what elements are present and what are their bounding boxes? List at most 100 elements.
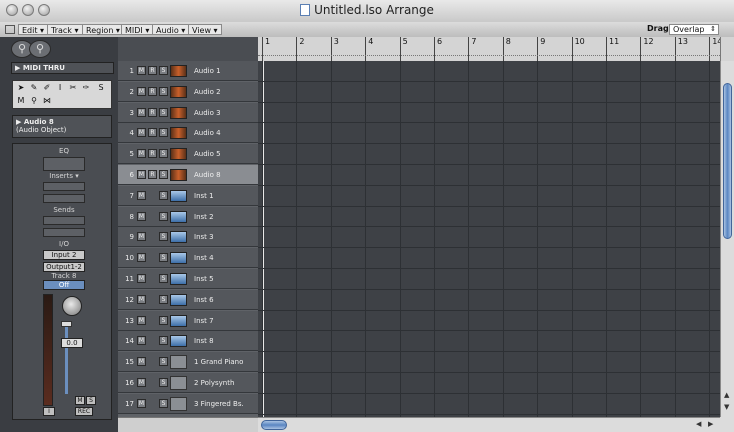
track-row[interactable]: 6 M R S Audio 8: [118, 165, 258, 185]
track-record-button[interactable]: R: [148, 66, 157, 75]
scroll-down-icon[interactable]: ▼: [724, 403, 729, 411]
track-row[interactable]: 7 M S Inst 1: [118, 185, 258, 206]
track-solo-button[interactable]: S: [159, 107, 168, 117]
scroll-left-icon[interactable]: ◀: [696, 420, 701, 428]
menu-edit[interactable]: Edit ▾: [18, 24, 49, 35]
send-slot-1[interactable]: [43, 216, 85, 225]
track-mute-button[interactable]: M: [137, 294, 146, 304]
automation-mode-select[interactable]: Off: [43, 280, 85, 290]
menu-midi[interactable]: MIDI ▾: [121, 24, 154, 35]
track-record-button[interactable]: R: [148, 149, 157, 159]
track-row[interactable]: 13 M S Inst 7: [118, 310, 258, 331]
track-solo-button[interactable]: S: [159, 336, 168, 346]
send-slot-2[interactable]: [43, 228, 85, 237]
track-mute-button[interactable]: M: [137, 336, 146, 346]
midi-thru-header[interactable]: ▶ MIDI THRU: [11, 62, 114, 74]
track-solo-button[interactable]: S: [159, 357, 168, 367]
track-row[interactable]: 14 M S Inst 8: [118, 331, 258, 352]
object-parameter-box[interactable]: ▶ Audio 8 (Audio Object): [12, 115, 112, 138]
vertical-scrollbar[interactable]: ▲ ▼: [720, 61, 734, 417]
zoom-tool-icon[interactable]: ⚲: [29, 96, 39, 106]
track-mute-button[interactable]: M: [137, 128, 146, 138]
horizontal-scroll-thumb[interactable]: [261, 420, 287, 430]
track-solo-button[interactable]: S: [159, 66, 168, 75]
track-row[interactable]: 9 M S Inst 3: [118, 227, 258, 248]
track-row[interactable]: 15 M S 1 Grand Piano: [118, 352, 258, 373]
track-row[interactable]: 4 M R S Audio 4: [118, 123, 258, 144]
eraser-tool-icon[interactable]: ✐: [42, 83, 52, 93]
track-solo-button[interactable]: S: [159, 294, 168, 304]
pointer-tool-icon[interactable]: ➤: [16, 83, 26, 93]
vertical-scroll-thumb[interactable]: [723, 83, 732, 239]
track-row[interactable]: 17 M S 3 Fingered Bs.: [118, 393, 258, 414]
pan-knob[interactable]: [62, 296, 82, 316]
insert-slot-1[interactable]: [43, 182, 85, 191]
track-solo-button[interactable]: S: [159, 378, 168, 387]
insert-slot-2[interactable]: [43, 194, 85, 203]
track-row[interactable]: 3 M R S Audio 3: [118, 102, 258, 123]
track-solo-button[interactable]: S: [159, 128, 168, 138]
track-mute-button[interactable]: M: [137, 107, 146, 117]
record-enable-button[interactable]: REC: [75, 407, 93, 416]
volume-fader[interactable]: [65, 324, 68, 394]
track-mute-button[interactable]: M: [137, 378, 146, 387]
menu-track[interactable]: Track ▾: [47, 24, 83, 35]
menu-view[interactable]: View ▾: [188, 24, 222, 35]
track-record-button[interactable]: R: [148, 86, 157, 96]
track-solo-button[interactable]: S: [159, 211, 168, 221]
track-row[interactable]: 12 M S Inst 6: [118, 289, 258, 310]
resize-handle[interactable]: [720, 417, 734, 432]
track-row[interactable]: 8 M S Inst 2: [118, 206, 258, 227]
track-record-button[interactable]: R: [148, 128, 157, 138]
track-mute-button[interactable]: M: [137, 357, 146, 367]
track-mute-button[interactable]: M: [137, 170, 146, 179]
scissors-tool-icon[interactable]: ✂: [68, 83, 78, 93]
mute-tool-icon[interactable]: M: [16, 96, 26, 106]
track-solo-button[interactable]: S: [159, 170, 168, 179]
track-mute-button[interactable]: M: [137, 315, 146, 325]
track-solo-button[interactable]: S: [159, 232, 168, 242]
scroll-right-icon[interactable]: ▶: [708, 420, 713, 428]
track-row[interactable]: 16 M S 2 Polysynth: [118, 373, 258, 393]
eq-display[interactable]: [43, 157, 85, 171]
track-row[interactable]: 11 M S Inst 5: [118, 269, 258, 289]
track-mute-button[interactable]: M: [137, 253, 146, 263]
track-record-button[interactable]: R: [148, 107, 157, 117]
track-solo-button[interactable]: S: [159, 253, 168, 263]
track-solo-button[interactable]: S: [159, 274, 168, 283]
zoom-slider-bar[interactable]: [118, 417, 258, 432]
crossfade-tool-icon[interactable]: ⋈: [42, 96, 52, 106]
fader-handle[interactable]: [61, 321, 72, 327]
arrange-area[interactable]: [258, 61, 720, 417]
track-mute-button[interactable]: M: [137, 274, 146, 283]
track-solo-button[interactable]: S: [159, 86, 168, 96]
channel-solo-button[interactable]: S: [86, 396, 96, 405]
catch-icon[interactable]: ⚲: [29, 40, 51, 58]
drag-mode-select[interactable]: Overlap ⇕: [669, 24, 719, 35]
track-row[interactable]: 1 M R S Audio 1: [118, 61, 258, 81]
channel-mute-button[interactable]: M: [75, 396, 85, 405]
horizontal-scrollbar[interactable]: ◀ ▶: [258, 417, 720, 432]
solo-tool-icon[interactable]: S: [96, 83, 106, 93]
track-solo-button[interactable]: S: [159, 315, 168, 325]
bar-ruler[interactable]: 1234567891011121314: [258, 37, 720, 62]
track-mute-button[interactable]: M: [137, 86, 146, 96]
pencil-tool-icon[interactable]: ✎: [29, 83, 39, 93]
track-solo-button[interactable]: S: [159, 398, 168, 408]
track-mute-button[interactable]: M: [137, 66, 146, 75]
track-solo-button[interactable]: S: [159, 190, 168, 200]
menu-region[interactable]: Region ▾: [82, 24, 124, 35]
track-row[interactable]: 5 M R S Audio 5: [118, 144, 258, 165]
text-tool-icon[interactable]: I: [55, 83, 65, 93]
output-selector[interactable]: Output1-2: [43, 262, 85, 272]
track-mute-button[interactable]: M: [137, 232, 146, 242]
track-solo-button[interactable]: S: [159, 149, 168, 159]
track-mute-button[interactable]: M: [137, 211, 146, 221]
input-monitor-button[interactable]: I: [43, 407, 55, 416]
track-record-button[interactable]: R: [148, 170, 157, 179]
track-row[interactable]: 10 M S Inst 4: [118, 248, 258, 269]
track-row[interactable]: 2 M R S Audio 2: [118, 81, 258, 102]
input-selector[interactable]: Input 2: [43, 250, 85, 260]
glue-tool-icon[interactable]: ✑: [81, 83, 91, 93]
track-mute-button[interactable]: M: [137, 398, 146, 408]
